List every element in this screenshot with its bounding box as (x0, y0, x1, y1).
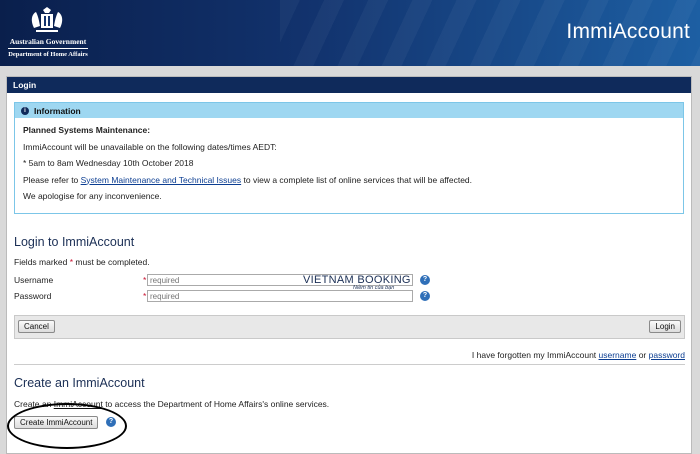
information-header: i Information (15, 103, 683, 118)
maintenance-line-3: Please refer to System Maintenance and T… (23, 174, 675, 185)
watermark: VIETNAM BOOKING Niềm tin của bạn (303, 274, 411, 291)
create-description-end: to access the Department of Home Affairs… (102, 399, 330, 409)
login-panel: Login i Information Planned Systems Main… (6, 76, 692, 454)
cancel-button[interactable]: Cancel (18, 320, 55, 333)
information-box: i Information Planned Systems Maintenanc… (14, 102, 684, 214)
forgot-username-link[interactable]: username (599, 350, 637, 360)
maintenance-line-1: ImmiAccount will be unavailable on the f… (23, 141, 277, 152)
maintenance-line-2: * 5am to 8am Wednesday 10th October 2018 (23, 158, 194, 168)
password-label: Password (14, 291, 52, 301)
app-title: ImmiAccount (566, 20, 690, 43)
coat-of-arms-icon (31, 7, 63, 32)
username-required-star: * (143, 275, 147, 285)
maintenance-line-3-end: to view a complete list of online servic… (241, 174, 473, 185)
system-maintenance-link[interactable]: System Maintenance and Technical Issues (81, 175, 242, 185)
fields-note-start: Fields marked (14, 257, 70, 267)
login-heading: Login to ImmiAccount (14, 235, 135, 249)
information-body: Planned Systems Maintenance: ImmiAccount… (15, 126, 683, 201)
maintenance-line-3-start: Please refer to (23, 174, 81, 185)
gov-divider (8, 48, 88, 49)
username-help-icon[interactable]: ? (420, 275, 430, 285)
maintenance-line-4: We apologise for any inconvenience. (23, 191, 162, 201)
forgot-text: I have forgotten my ImmiAccount (471, 350, 599, 360)
forgot-credentials: I have forgotten my ImmiAccount username… (472, 350, 685, 360)
panel-title: Login (7, 77, 691, 93)
password-input[interactable] (147, 290, 413, 302)
site-header: Australian Government Department of Home… (0, 0, 700, 66)
annotation-circle (7, 403, 127, 449)
forgot-or: or (636, 350, 649, 360)
information-title: Information (34, 105, 81, 116)
fields-note-end: must be completed. (73, 257, 150, 267)
gov-title: Australian Government (9, 37, 87, 46)
forgot-password-link[interactable]: password (649, 350, 685, 360)
create-heading: Create an ImmiAccount (14, 376, 145, 390)
username-label: Username (14, 275, 54, 285)
info-icon: i (21, 106, 29, 115)
password-required-star: * (143, 291, 147, 301)
login-button[interactable]: Login (649, 320, 681, 333)
password-help-icon[interactable]: ? (420, 291, 430, 301)
login-button-bar: Cancel Login (14, 315, 685, 339)
gov-department: Department of Home Affairs (8, 51, 88, 58)
maintenance-heading: Planned Systems Maintenance: (23, 125, 151, 135)
fields-note: Fields marked * must be completed. (14, 257, 150, 267)
section-divider (14, 364, 685, 365)
